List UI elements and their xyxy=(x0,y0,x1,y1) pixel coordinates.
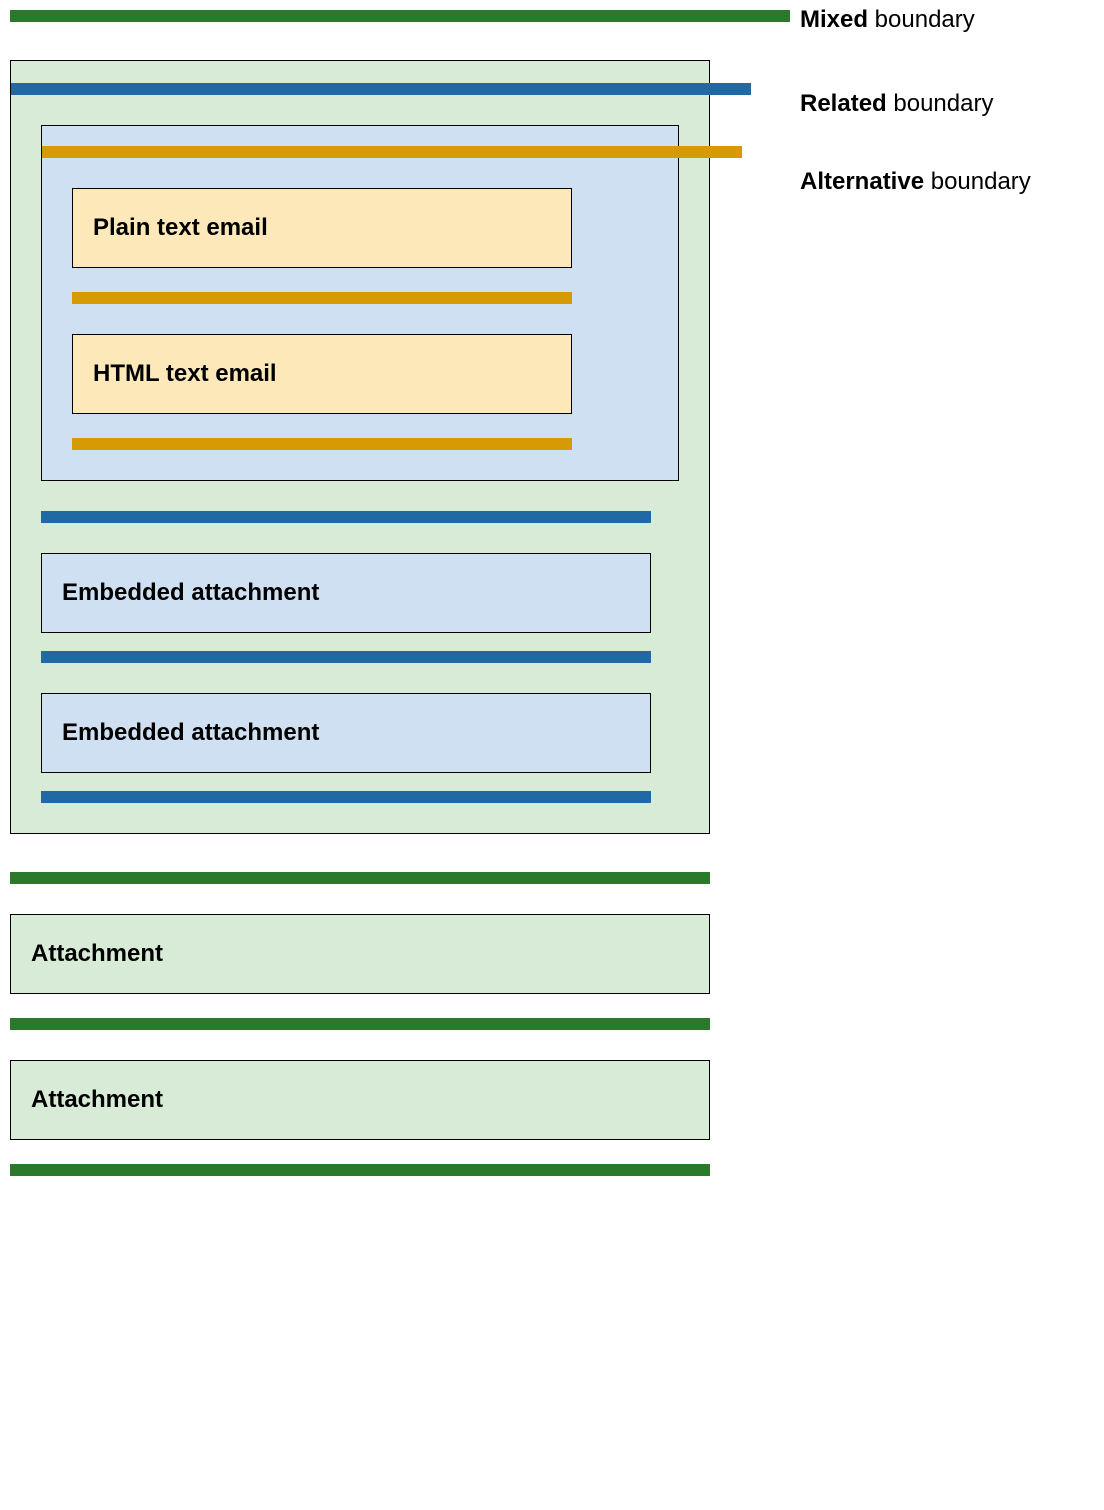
embedded-attachment-1-label: Embedded attachment xyxy=(62,579,319,606)
legend-related-bold: Related xyxy=(800,90,887,117)
attachment-2: Attachment xyxy=(10,1060,710,1140)
legend-related: Related boundary xyxy=(800,90,993,118)
alternative-container: Plain text email HTML text email xyxy=(41,125,679,481)
diagram-canvas: Mixed boundary Related boundary Alternat… xyxy=(10,10,1094,1176)
alternative-boundary-bar-3 xyxy=(72,438,572,450)
related-boundary-bar xyxy=(11,83,751,95)
mixed-boundary-bar xyxy=(10,10,790,22)
legend-alternative: Alternative boundary xyxy=(800,168,1031,196)
legend-mixed-rest: boundary xyxy=(868,6,975,33)
html-text-box: HTML text email xyxy=(72,334,572,414)
legend-alternative-bold: Alternative xyxy=(800,168,924,195)
plain-text-label: Plain text email xyxy=(93,214,268,241)
related-container: Plain text email HTML text email Embedde… xyxy=(10,60,710,834)
alternative-boundary-bar-2 xyxy=(72,292,572,304)
legend-alternative-rest: boundary xyxy=(924,168,1031,195)
embedded-attachment-2: Embedded attachment xyxy=(41,693,651,773)
mixed-boundary-bar-4 xyxy=(10,1164,710,1176)
attachment-2-label: Attachment xyxy=(31,1086,163,1113)
legend-mixed-bold: Mixed xyxy=(800,6,868,33)
related-boundary-bar-4 xyxy=(41,791,651,803)
diagram-column: Plain text email HTML text email Embedde… xyxy=(10,10,710,1176)
attachment-1-label: Attachment xyxy=(31,940,163,967)
plain-text-box: Plain text email xyxy=(72,188,572,268)
related-boundary-bar-3 xyxy=(41,651,651,663)
legend-related-rest: boundary xyxy=(887,90,994,117)
legend-mixed: Mixed boundary xyxy=(800,6,975,34)
embedded-attachment-2-label: Embedded attachment xyxy=(62,719,319,746)
mixed-boundary-bar-3 xyxy=(10,1018,710,1030)
attachment-1: Attachment xyxy=(10,914,710,994)
embedded-attachment-1: Embedded attachment xyxy=(41,553,651,633)
mixed-boundary-bar-2 xyxy=(10,872,710,884)
related-boundary-bar-2 xyxy=(41,511,651,523)
alternative-boundary-bar xyxy=(42,146,742,158)
html-text-label: HTML text email xyxy=(93,360,277,387)
